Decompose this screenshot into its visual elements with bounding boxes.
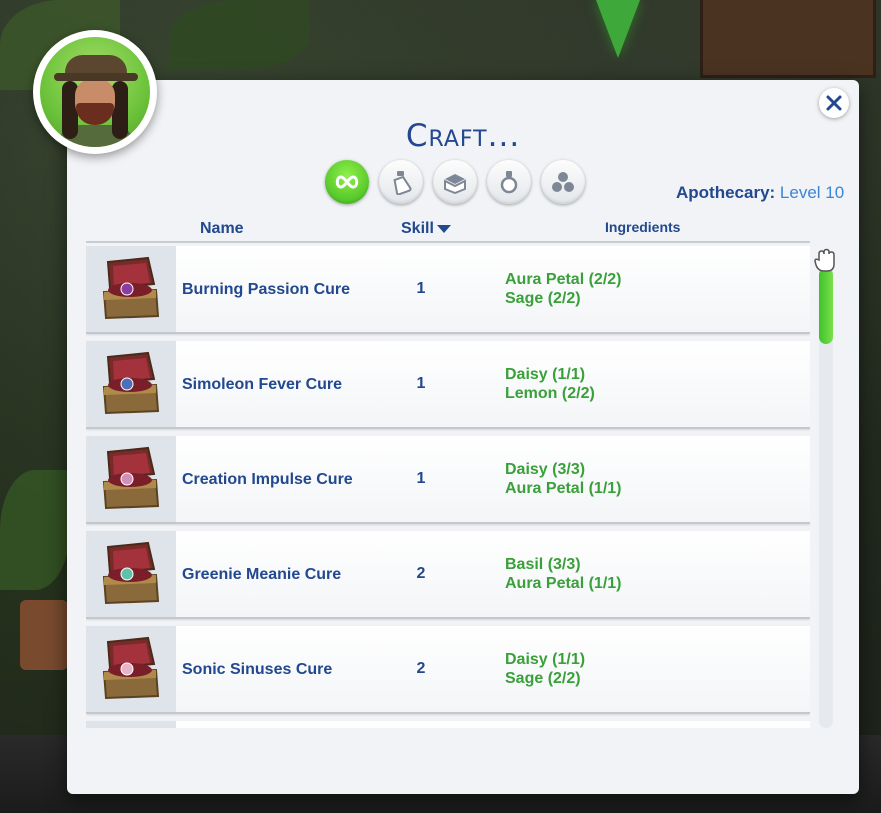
recipe-thumbnail	[86, 436, 176, 522]
flask-icon	[500, 171, 518, 194]
ingredient-entry: Daisy (1/1)	[505, 651, 586, 668]
recipe-ingredients: Daisy (1/1) Sage (2/2)	[505, 626, 585, 712]
ingredient-entry: Sage (2/2)	[505, 290, 581, 307]
recipe-row[interactable]: Simoleon Fever Cure 1 Daisy (1/1) Lemon (…	[86, 341, 810, 429]
plant-pot	[20, 600, 68, 670]
recipe-name: Burning Passion Cure	[182, 280, 351, 298]
recipe-ingredients: Basil (3/3) Aura Petal (1/1)	[505, 531, 621, 617]
column-header-name[interactable]: Name	[200, 220, 244, 238]
infinity-icon	[335, 175, 359, 189]
recipe-ingredients: Daisy (3/3) Aura Petal (1/1)	[505, 436, 621, 522]
ingredient-entry: Sage (2/2)	[505, 670, 581, 687]
recipe-skill-level: 1	[416, 375, 426, 392]
craft-dialog: Craft... Apothecary: Level 10 Name Skill…	[67, 80, 859, 794]
skill-level-value: Level 10	[779, 183, 845, 202]
scrollbar-thumb[interactable]	[819, 268, 833, 344]
recipe-thumbnail	[86, 626, 176, 712]
ingredient-entry: Daisy (1/1)	[505, 366, 586, 383]
recipe-thumbnail	[86, 531, 176, 617]
ingredient-entry: Aura Petal (2/2)	[505, 271, 622, 288]
chest-item-icon	[102, 256, 160, 320]
recipe-name: Sonic Sinuses Cure	[182, 660, 333, 678]
column-header-skill[interactable]: Skill	[401, 220, 451, 238]
skill-name: Apothecary:	[676, 183, 776, 202]
recipe-thumbnail	[86, 721, 176, 728]
recipe-thumbnail	[86, 341, 176, 427]
recipe-name: Creation Impulse Cure	[182, 470, 353, 488]
wooden-door	[700, 0, 876, 78]
column-header-ingredients: Ingredients	[605, 219, 681, 235]
sim-plumbob-gem	[596, 0, 640, 58]
hand-cursor-icon	[814, 248, 835, 272]
orbs-icon	[552, 172, 574, 192]
ingredient-entry: Lemon (2/2)	[505, 385, 595, 402]
recipe-row[interactable]: Burning Passion Cure 1 Aura Petal (2/2) S…	[86, 246, 810, 334]
chest-item-icon	[102, 541, 160, 605]
recipe-list: Burning Passion Cure 1 Aura Petal (2/2) S…	[86, 246, 810, 728]
chest-item-icon	[102, 351, 160, 415]
filter-potions-button[interactable]	[379, 160, 423, 204]
recipe-row-partial[interactable]	[86, 721, 810, 728]
recipe-skill-level: 1	[416, 470, 426, 487]
potion-bottle-icon	[393, 171, 412, 195]
header-divider	[86, 241, 810, 243]
skill-level-readout: Apothecary: Level 10	[676, 183, 844, 203]
ingredient-entry: Daisy (3/3)	[505, 461, 586, 478]
recipe-ingredients: Daisy (1/1) Lemon (2/2)	[505, 341, 595, 427]
recipe-row[interactable]: Creation Impulse Cure 1 Daisy (3/3) Aura …	[86, 436, 810, 524]
sim-portrait-avatar	[33, 30, 157, 154]
sort-descending-icon	[436, 224, 451, 233]
recipe-row[interactable]: Greenie Meanie Cure 2 Basil (3/3) Aura Pe…	[86, 531, 810, 619]
recipe-ingredients: Aura Petal (2/2) Sage (2/2)	[505, 246, 621, 332]
recipe-name: Simoleon Fever Cure	[182, 375, 343, 393]
ingredient-entry: Basil (3/3)	[505, 556, 581, 573]
filter-all-button[interactable]	[325, 160, 369, 204]
recipe-thumbnail	[86, 246, 176, 332]
recipe-row[interactable]: Sonic Sinuses Cure 2 Daisy (1/1) Sage (2/…	[86, 626, 810, 714]
ingredient-entry: Aura Petal (1/1)	[505, 575, 622, 592]
open-chest-icon	[444, 174, 466, 194]
close-button[interactable]	[819, 88, 849, 118]
recipe-skill-level: 1	[416, 280, 426, 297]
category-filter-bar	[325, 160, 585, 204]
close-icon	[826, 95, 842, 111]
chest-item-icon	[102, 446, 160, 510]
filter-ingredients-button[interactable]	[541, 160, 585, 204]
dialog-title: Craft...	[405, 118, 521, 154]
chest-item-icon	[102, 636, 160, 700]
filter-chests-button[interactable]	[433, 160, 477, 204]
recipe-skill-level: 2	[416, 660, 426, 677]
filter-flasks-button[interactable]	[487, 160, 531, 204]
ingredient-entry: Aura Petal (1/1)	[505, 480, 622, 497]
column-header-skill-label: Skill	[401, 220, 434, 237]
recipe-skill-level: 2	[416, 565, 426, 582]
recipe-name: Greenie Meanie Cure	[182, 565, 342, 583]
